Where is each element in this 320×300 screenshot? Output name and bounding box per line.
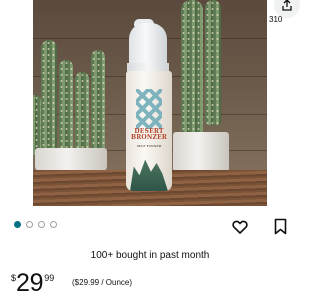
cactus-left-stem bbox=[75, 72, 89, 155]
bottle-body: DESERT BRONZER SELF TANNER bbox=[126, 71, 172, 191]
share-icon bbox=[282, 0, 292, 11]
cactus-left-stem bbox=[41, 40, 57, 155]
left-plant-pot bbox=[35, 148, 107, 172]
cart-count[interactable]: 310 bbox=[269, 15, 282, 24]
bookmark-icon[interactable] bbox=[274, 218, 287, 235]
unit-price: ($29.99 / Ounce) bbox=[72, 278, 133, 287]
cactus-left-stem bbox=[59, 60, 73, 155]
pagination-dot-1[interactable] bbox=[14, 221, 21, 228]
bottle-pump-head bbox=[129, 23, 167, 65]
cactus-left-stem bbox=[91, 50, 105, 155]
bottle-sub-label: SELF TANNER bbox=[136, 144, 162, 148]
image-pagination bbox=[14, 221, 57, 228]
pagination-dot-4[interactable] bbox=[50, 221, 57, 228]
right-plant-pot bbox=[173, 132, 229, 174]
price-whole: 29 bbox=[16, 269, 44, 297]
cactus-right-stem bbox=[181, 0, 203, 140]
price: $ 29 99 bbox=[11, 271, 54, 296]
pagination-dot-3[interactable] bbox=[38, 221, 45, 228]
bought-in-past-month: 100+ bought in past month bbox=[90, 250, 210, 261]
bottle-brand-label: DESERT BRONZER bbox=[130, 128, 168, 141]
heart-icon[interactable] bbox=[232, 219, 248, 235]
cactus-left-stem bbox=[33, 95, 41, 155]
cactus-right-stem bbox=[205, 0, 221, 125]
price-fraction: 99 bbox=[44, 273, 55, 283]
aztec-pattern bbox=[136, 89, 162, 129]
pagination-dot-2[interactable] bbox=[26, 221, 33, 228]
label-cactus-art bbox=[130, 159, 168, 191]
